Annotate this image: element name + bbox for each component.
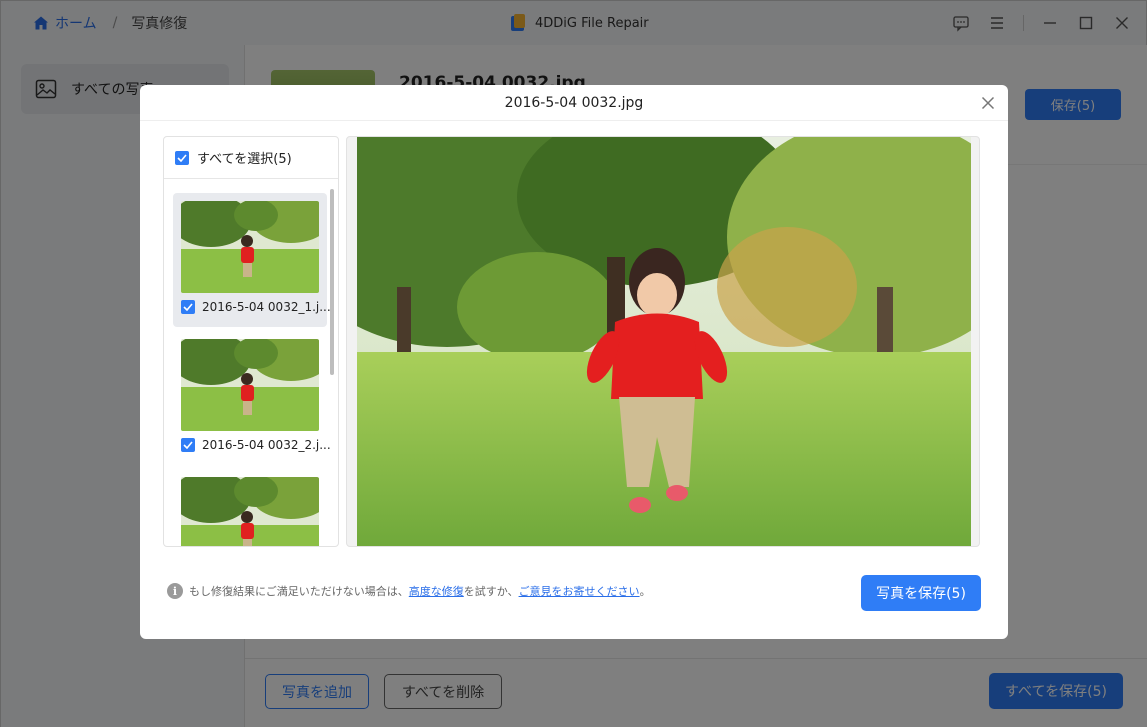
save-photos-button[interactable]: 写真を保存(5): [861, 575, 981, 611]
item-checkbox[interactable]: [181, 438, 195, 452]
item-filename: 2016-5-04 0032_2.j...: [202, 438, 331, 452]
list-item[interactable]: 2016-5-04 0032_1.j...: [173, 193, 331, 327]
close-icon[interactable]: [978, 93, 998, 113]
note-text: もし修復結果にご満足いただけない場合は、高度な修復を試すか、ご意見をお寄せくださ…: [189, 583, 651, 599]
thumbnail-list: すべてを選択(5) 2016-5-04 0032_1.j... 2016-5-0…: [163, 136, 339, 547]
item-filename: 2016-5-04 0032_1.j...: [202, 300, 331, 314]
list-item-label: 2016-5-04 0032_2.j...: [181, 438, 331, 452]
select-all-checkbox[interactable]: [175, 150, 189, 165]
list-item[interactable]: [173, 469, 327, 546]
help-note: i もし修復結果にご満足いただけない場合は、高度な修復を試すか、ご意見をお寄せく…: [167, 583, 651, 599]
note-prefix: もし修復結果にご満足いただけない場合は、: [189, 585, 409, 598]
item-checkbox[interactable]: [181, 300, 195, 314]
list-item[interactable]: 2016-5-04 0032_2.j...: [173, 331, 331, 465]
list-item-label: 2016-5-04 0032_1.j...: [181, 300, 331, 314]
preview-photo: [357, 137, 971, 546]
thumbnail-image: [181, 201, 319, 293]
info-icon: i: [167, 583, 183, 599]
feedback-link[interactable]: ご意見をお寄せください: [519, 585, 640, 598]
preview-dialog: 2016-5-04 0032.jpg すべてを選択(5) 2016-5-04 0…: [140, 85, 1008, 639]
note-suffix: 。: [639, 585, 651, 598]
dialog-title: 2016-5-04 0032.jpg: [140, 85, 1008, 121]
thumbnail-image: [181, 477, 319, 546]
thumbnail-image: [181, 339, 319, 431]
list-scrollbar[interactable]: [330, 189, 334, 375]
note-middle: を試すか、: [463, 585, 519, 598]
image-preview: [346, 136, 980, 547]
select-all-label: すべてを選択(5): [197, 152, 292, 167]
select-all-row[interactable]: すべてを選択(5): [164, 137, 338, 179]
advanced-repair-link[interactable]: 高度な修復: [409, 585, 464, 598]
